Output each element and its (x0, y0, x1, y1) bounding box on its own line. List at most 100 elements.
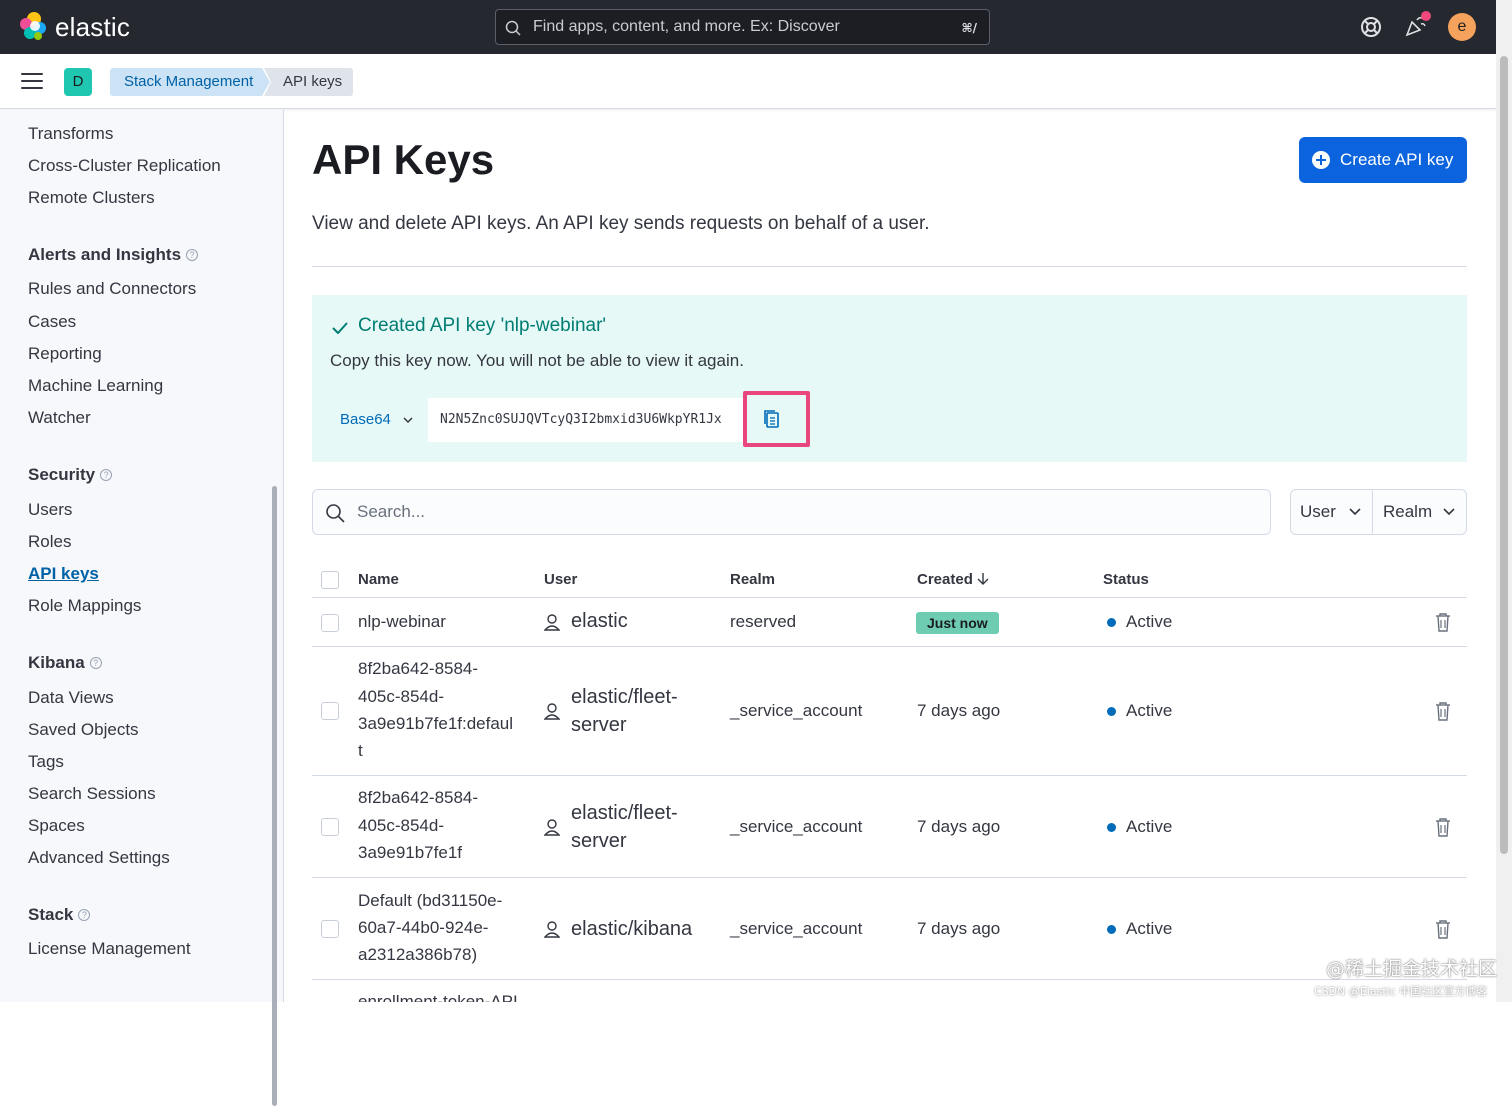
row-name-line[interactable]: t (358, 737, 363, 765)
question-icon[interactable]: ? (100, 469, 113, 481)
copy-key-button[interactable] (743, 391, 810, 447)
row-realm: reserved (730, 612, 797, 631)
divider (312, 266, 1467, 267)
global-header: elastic Find apps, content, and more. Ex… (0, 0, 1512, 54)
question-icon[interactable]: ? (186, 249, 199, 261)
plus-circle-icon (1312, 151, 1330, 169)
sidebar-item-search-sessions[interactable]: Search Sessions (28, 784, 156, 804)
row-name-line[interactable]: 405c-854d- (358, 683, 444, 711)
row-created: 7 days ago (917, 817, 1001, 836)
row-name-line[interactable]: 8f2ba642-8584- (358, 784, 478, 812)
group-title: Alerts and Insights (28, 245, 182, 264)
sidebar-group-stack: Stack? (28, 905, 91, 925)
user-filter-button[interactable]: User (1291, 490, 1373, 534)
row-realm: _service_account (730, 701, 863, 720)
trash-icon[interactable] (1435, 817, 1451, 837)
news-feed-button[interactable] (1404, 11, 1431, 38)
user-icon (544, 614, 560, 631)
question-icon[interactable]: ? (89, 657, 102, 669)
sidebar-item-saved-objects[interactable]: Saved Objects (28, 720, 139, 740)
status-dot (1107, 925, 1116, 934)
callout-title: Created API key 'nlp-webinar' (358, 315, 607, 336)
brand-name[interactable]: elastic (55, 12, 130, 43)
sidebar-item-transforms[interactable]: Transforms (28, 124, 113, 144)
row-checkbox[interactable] (321, 818, 339, 836)
help-lifebuoy-icon[interactable] (1359, 15, 1383, 39)
sidebar-group-alerts-insights: Alerts and Insights? (28, 245, 199, 265)
trash-icon[interactable] (1435, 701, 1451, 721)
group-title: Stack (28, 905, 74, 924)
realm-filter-label: Realm (1383, 502, 1433, 521)
callout-body: Copy this key now. You will not be able … (330, 351, 744, 370)
api-key-value-field[interactable]: N2N5Znc0SUJQVTcyQ3I2bmxid3U6WkpYR1Jx (428, 398, 743, 442)
sidebar-item-rules-connectors[interactable]: Rules and Connectors (28, 279, 196, 299)
table-row: nlp-webinar elastic reserved Just now Ac… (312, 598, 1467, 647)
api-keys-search[interactable] (312, 489, 1271, 535)
sidebar-item-cases[interactable]: Cases (28, 312, 76, 332)
column-status[interactable]: Status (1103, 571, 1149, 588)
row-user: elastic (571, 610, 628, 632)
sidebar-item-tags[interactable]: Tags (28, 752, 64, 772)
breadcrumb-api-keys: API keys (264, 68, 353, 96)
sidebar-item-remote-clusters[interactable]: Remote Clusters (28, 188, 155, 208)
status-dot (1107, 618, 1116, 627)
sidebar-item-cross-cluster-replication[interactable]: Cross-Cluster Replication (28, 156, 221, 176)
column-user[interactable]: User (544, 571, 577, 588)
sidebar-item-advanced-settings[interactable]: Advanced Settings (28, 848, 170, 868)
row-name-line[interactable]: 3a9e91b7fe1f (358, 839, 462, 867)
user-filter-label: User (1300, 502, 1336, 521)
sidebar-group-kibana: Kibana? (28, 653, 102, 673)
sidebar-item-role-mappings[interactable]: Role Mappings (28, 596, 141, 616)
breadcrumb-stack-management[interactable]: Stack Management (110, 68, 270, 96)
page-scrollbar-thumb[interactable] (1500, 56, 1508, 854)
realm-filter-button[interactable]: Realm (1373, 490, 1467, 534)
trash-icon[interactable] (1435, 612, 1451, 632)
select-all-checkbox[interactable] (321, 571, 339, 589)
row-name-line[interactable]: 405c-854d- (358, 812, 444, 840)
row-name-line[interactable]: Default (bd31150e- (358, 887, 502, 915)
sidebar-item-users[interactable]: Users (28, 500, 72, 520)
sidebar-item-license-management[interactable]: License Management (28, 939, 191, 959)
column-created[interactable]: Created (917, 571, 989, 588)
key-format-value: Base64 (340, 411, 391, 428)
row-name-line[interactable]: 3a9e91b7fe1f:defaul (358, 710, 513, 738)
row-name[interactable]: nlp-webinar (358, 608, 446, 636)
row-checkbox[interactable] (321, 702, 339, 720)
user-icon (544, 703, 560, 720)
copy-clipboard-icon (764, 410, 779, 428)
sidebar-item-spaces[interactable]: Spaces (28, 816, 85, 836)
sidebar-item-api-keys[interactable]: API keys (28, 564, 99, 584)
row-status: Active (1126, 817, 1173, 836)
key-format-select[interactable]: Base64 (330, 400, 426, 440)
row-checkbox[interactable] (321, 920, 339, 938)
elastic-logo-icon[interactable] (18, 11, 48, 41)
space-selector-avatar[interactable]: D (64, 68, 92, 96)
sidebar-item-reporting[interactable]: Reporting (28, 344, 102, 364)
group-title: Kibana (28, 653, 85, 672)
column-name[interactable]: Name (358, 571, 399, 588)
sidebar-item-machine-learning[interactable]: Machine Learning (28, 376, 163, 396)
chevron-down-icon (1443, 508, 1455, 516)
question-icon[interactable]: ? (78, 909, 91, 921)
sidebar-scrollbar[interactable] (272, 486, 277, 1106)
row-name-line[interactable]: enrollment-token-API (358, 988, 518, 1002)
row-name-line[interactable]: 8f2ba642-8584- (358, 655, 478, 683)
create-api-key-button[interactable]: Create API key (1299, 137, 1467, 183)
sidebar-item-watcher[interactable]: Watcher (28, 408, 91, 428)
trash-icon[interactable] (1435, 919, 1451, 939)
hamburger-menu-icon[interactable] (21, 73, 43, 91)
row-name-line[interactable]: a2312a386b78) (358, 941, 477, 969)
row-name-line[interactable]: 60a7-44b0-924e- (358, 914, 488, 942)
row-user-line: elastic/fleet- (571, 802, 678, 824)
news-unread-dot (1421, 11, 1431, 21)
user-avatar[interactable]: e (1448, 13, 1476, 41)
global-search-input[interactable]: Find apps, content, and more. Ex: Discov… (495, 9, 990, 45)
sidebar-item-roles[interactable]: Roles (28, 532, 71, 552)
sidebar-item-data-views[interactable]: Data Views (28, 688, 114, 708)
column-realm[interactable]: Realm (730, 571, 775, 588)
column-created-label: Created (917, 571, 973, 588)
row-status: Active (1126, 701, 1173, 720)
row-created: 7 days ago (917, 701, 1001, 720)
row-checkbox[interactable] (321, 614, 339, 632)
search-input[interactable] (357, 500, 1237, 524)
